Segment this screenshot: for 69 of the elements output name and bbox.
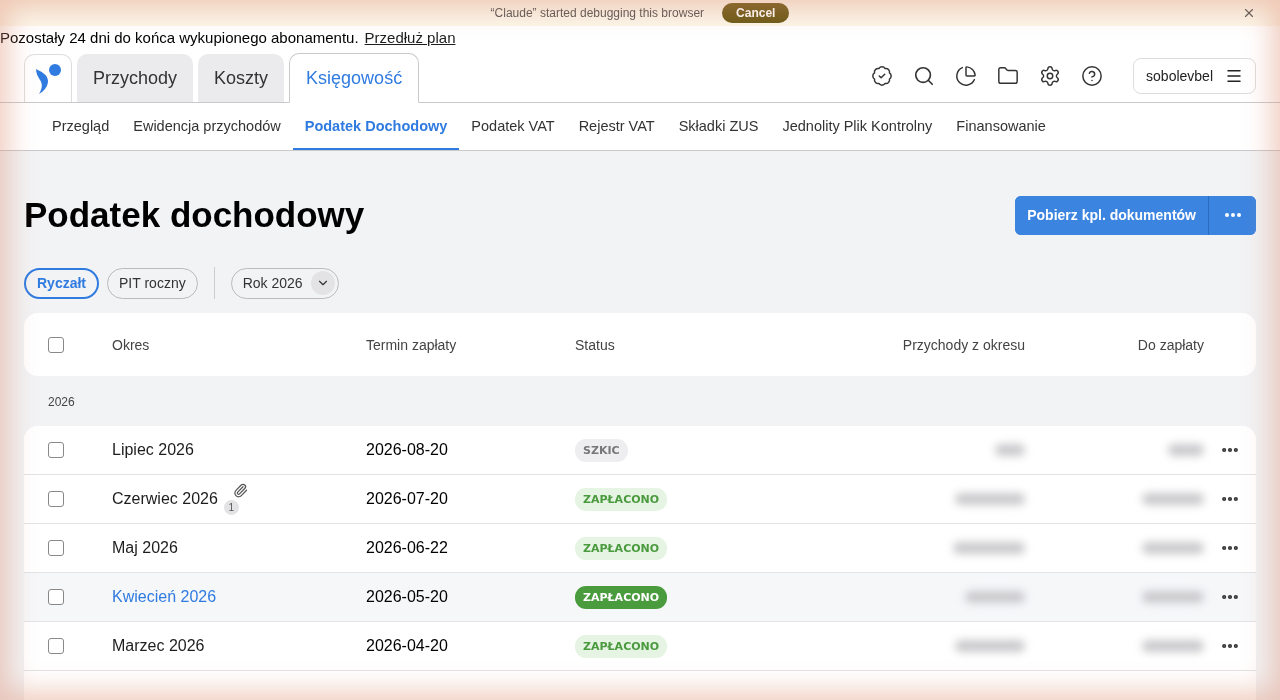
help-icon[interactable] — [1081, 65, 1104, 87]
group-label: 2026 — [47, 394, 76, 411]
column-header: Status — [575, 336, 616, 353]
status-badge: ZAPŁACONO — [575, 585, 668, 609]
row-checkbox[interactable] — [48, 589, 64, 605]
sub-tab[interactable]: Podatek VAT — [459, 103, 567, 150]
row-checkbox[interactable] — [48, 491, 64, 507]
blurred-amount — [1142, 640, 1204, 652]
due-date-cell-text: 2026-08-20 — [366, 441, 449, 459]
folder-icon[interactable] — [997, 65, 1020, 87]
blurred-amount — [995, 444, 1025, 456]
logo[interactable] — [24, 54, 72, 102]
extend-plan-link[interactable]: Przedłuż plan — [364, 29, 456, 46]
period-cell: Lipiec 2026 — [112, 441, 194, 459]
row-checkbox[interactable] — [48, 638, 64, 654]
blurred-amount — [1142, 591, 1204, 603]
status-badge: ZAPŁACONO — [575, 536, 668, 560]
blurred-amount — [955, 640, 1025, 652]
banner-message: “Claude” started debugging this browser — [490, 6, 705, 20]
sub-tab[interactable]: Ewidencja przychodów — [121, 103, 293, 150]
column-header: Do zapłaty — [1137, 336, 1204, 353]
period-cell: Maj 2026 — [112, 539, 178, 557]
subscription-notice: Pozostały 24 dni do końca wykupionego abonamentu. — [0, 29, 359, 46]
blurred-amount — [965, 591, 1025, 603]
due-date-cell-text: 2026-07-20 — [366, 490, 449, 508]
column-header: Termin zapłaty — [366, 336, 458, 353]
blurred-amount — [1142, 542, 1204, 554]
close-icon[interactable] — [1242, 6, 1256, 20]
sub-tab[interactable]: Podatek Dochodowy — [292, 103, 460, 150]
period-cell: Czerwiec 2026 — [112, 490, 218, 508]
main-tab[interactable]: Koszty — [198, 54, 285, 102]
status-badge: ZAPŁACONO — [575, 487, 668, 511]
blurred-amount — [953, 542, 1025, 554]
status-badge: ZAPŁACONO — [575, 634, 668, 658]
sub-tab[interactable]: Rejestr VAT — [566, 103, 667, 150]
column-header: Przychody z okresu — [902, 336, 1025, 353]
blurred-amount — [1168, 444, 1204, 456]
page-title: Podatek dochodowy — [24, 195, 365, 235]
column-header: Okres — [112, 336, 151, 353]
period-cell: Marzec 2026 — [112, 637, 205, 655]
row-checkbox[interactable] — [48, 442, 64, 458]
filter-chip[interactable]: Ryczałt — [24, 267, 100, 299]
download-documents-button[interactable]: Pobierz kpl. dokumentów — [1015, 195, 1209, 235]
main-tab[interactable]: Przychody — [77, 54, 194, 102]
search-icon[interactable] — [913, 65, 936, 87]
badge-check-icon[interactable] — [871, 65, 894, 87]
chevron-down-icon — [310, 271, 335, 295]
period-cell[interactable]: Kwiecień 2026 — [112, 588, 217, 606]
due-date-cell-text: 2026-05-20 — [366, 588, 449, 606]
blurred-amount — [955, 493, 1025, 505]
main-tab[interactable]: Księgowość — [289, 53, 420, 103]
sub-tab[interactable]: Finansowanie — [944, 103, 1058, 150]
user-menu-button[interactable]: sobolevbel — [1133, 58, 1256, 94]
settings-icon[interactable] — [1039, 65, 1062, 87]
paperclip-icon — [232, 483, 248, 498]
menu-icon — [1225, 67, 1243, 85]
cancel-button[interactable]: Cancel — [722, 3, 790, 23]
table-row[interactable]: Kwiecień 2026 2026-05-20 ZAPŁACONO — [24, 573, 1256, 622]
ellipsis-icon — [1224, 213, 1241, 217]
row-checkbox[interactable] — [48, 540, 64, 556]
status-badge: SZKIC — [575, 438, 628, 462]
pie-chart-icon[interactable] — [955, 65, 978, 87]
select-all-checkbox[interactable] — [48, 336, 64, 353]
sub-tab[interactable]: Składki ZUS — [666, 103, 771, 150]
blurred-amount — [1142, 493, 1204, 505]
sub-tab[interactable]: Przegląd — [40, 103, 122, 150]
due-date-cell-text: 2026-04-20 — [366, 637, 449, 655]
sub-tab[interactable]: Jednolity Plik Kontrolny — [770, 103, 945, 150]
due-date-cell-text: 2026-06-22 — [366, 539, 449, 557]
